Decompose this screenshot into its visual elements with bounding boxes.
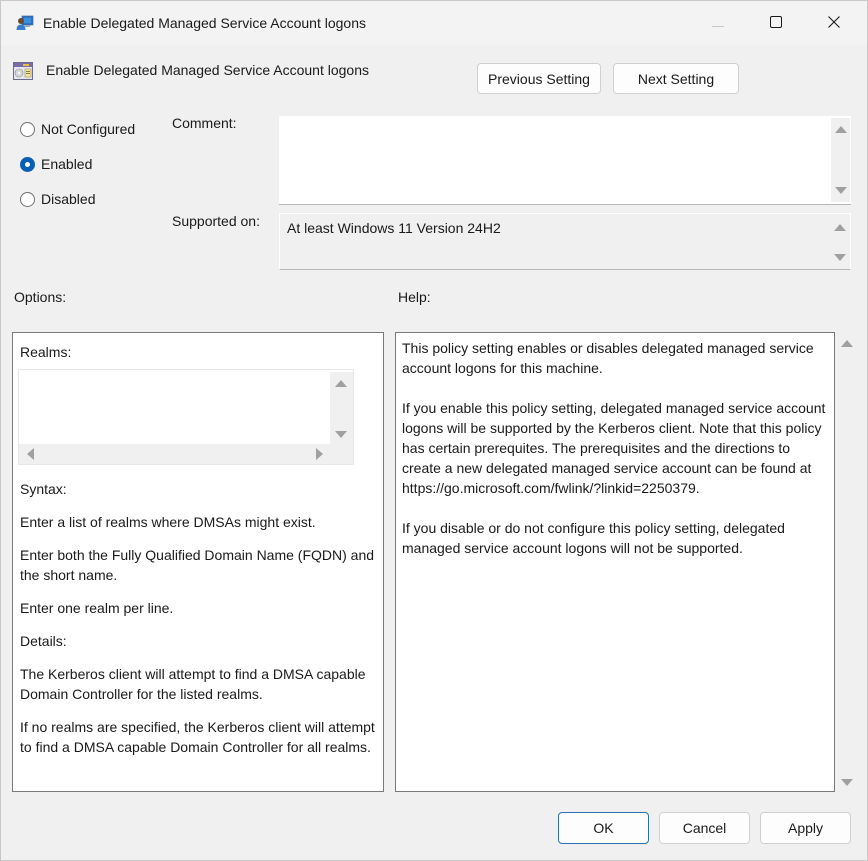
scroll-down-arrow-icon[interactable] xyxy=(335,431,347,438)
cancel-button[interactable]: Cancel xyxy=(659,812,750,844)
close-icon xyxy=(828,15,840,31)
options-paragraph: If no realms are specified, the Kerberos… xyxy=(20,719,375,755)
minimize-button[interactable] xyxy=(689,1,747,45)
radio-not-configured[interactable]: Not Configured xyxy=(20,121,135,137)
options-paragraph: The Kerberos client will attempt to find… xyxy=(20,666,366,702)
scroll-down-arrow-icon[interactable] xyxy=(841,779,853,786)
radio-label: Disabled xyxy=(41,191,96,207)
radio-enabled[interactable]: Enabled xyxy=(20,156,92,172)
help-pane: This policy setting enables or disables … xyxy=(395,332,835,792)
scroll-left-arrow-icon[interactable] xyxy=(27,448,34,460)
title-bar: Enable Delegated Managed Service Account… xyxy=(1,1,867,45)
realms-vertical-scrollbar[interactable] xyxy=(330,372,353,444)
minimize-icon xyxy=(712,15,724,31)
scroll-right-arrow-icon[interactable] xyxy=(316,448,323,460)
scroll-up-arrow-icon[interactable] xyxy=(834,224,846,231)
realms-horizontal-scrollbar[interactable] xyxy=(19,444,353,464)
radio-label: Enabled xyxy=(41,156,93,172)
scroll-down-arrow-icon[interactable] xyxy=(834,254,846,261)
radio-disabled[interactable]: Disabled xyxy=(20,191,95,207)
policy-dialog-window: Enable Delegated Managed Service Account… xyxy=(0,0,868,861)
policy-setting-icon xyxy=(13,62,33,80)
help-scrollbar[interactable] xyxy=(837,332,857,792)
supported-on-box: At least Windows 11 Version 24H2 xyxy=(279,213,851,270)
window-title: Enable Delegated Managed Service Account… xyxy=(43,15,366,31)
policy-computer-icon xyxy=(16,15,34,31)
options-paragraph: Syntax: xyxy=(20,481,67,497)
supported-on-label: Supported on: xyxy=(172,213,260,229)
next-setting-button[interactable]: Next Setting xyxy=(613,63,739,94)
setting-name: Enable Delegated Managed Service Account… xyxy=(46,62,369,78)
options-pane: Realms: Syntax: Enter a list of realms w… xyxy=(12,332,384,792)
ok-button[interactable]: OK xyxy=(558,812,649,844)
options-label: Options: xyxy=(14,289,67,305)
scroll-down-arrow-icon[interactable] xyxy=(835,187,847,194)
options-paragraph: Enter one realm per line. xyxy=(20,600,174,616)
help-label: Help: xyxy=(398,289,431,305)
supported-on-value: At least Windows 11 Version 24H2 xyxy=(287,220,501,236)
radio-button-checked[interactable] xyxy=(20,156,35,172)
comment-scrollbar[interactable] xyxy=(831,118,850,202)
options-paragraph: Enter both the Fully Qualified Domain Na… xyxy=(20,547,375,583)
radio-button-unchecked[interactable] xyxy=(20,191,35,207)
help-text: This policy setting enables or disables … xyxy=(402,340,826,556)
realms-textarea[interactable] xyxy=(18,369,354,465)
realms-label: Realms: xyxy=(20,344,72,360)
options-paragraph: Details: xyxy=(20,633,67,649)
apply-button[interactable]: Apply xyxy=(760,812,851,844)
maximize-button[interactable] xyxy=(747,1,805,45)
options-paragraph: Enter a list of realms where DMSAs might… xyxy=(20,514,316,530)
scroll-up-arrow-icon[interactable] xyxy=(835,126,847,133)
scroll-up-arrow-icon[interactable] xyxy=(335,380,347,387)
comment-label: Comment: xyxy=(172,115,237,131)
supported-on-scrollbar[interactable] xyxy=(830,216,849,267)
radio-label: Not Configured xyxy=(41,121,136,137)
close-button[interactable] xyxy=(805,1,863,45)
radio-button-unchecked[interactable] xyxy=(20,121,35,137)
comment-textarea[interactable] xyxy=(279,116,851,205)
previous-setting-button[interactable]: Previous Setting xyxy=(477,63,601,94)
scroll-up-arrow-icon[interactable] xyxy=(841,340,853,347)
maximize-icon xyxy=(770,15,782,31)
